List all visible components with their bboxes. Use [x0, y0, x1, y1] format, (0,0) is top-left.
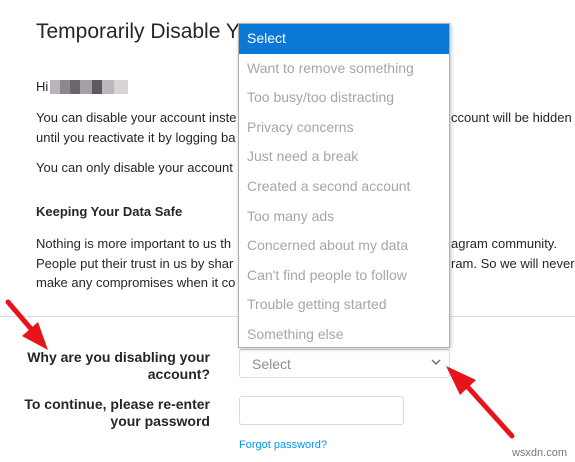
annotation-arrows	[5, 299, 515, 439]
red-arrow-left-icon	[5, 299, 48, 350]
red-arrow-right-icon	[446, 366, 515, 439]
watermark: wsxdn.com	[511, 447, 567, 459]
